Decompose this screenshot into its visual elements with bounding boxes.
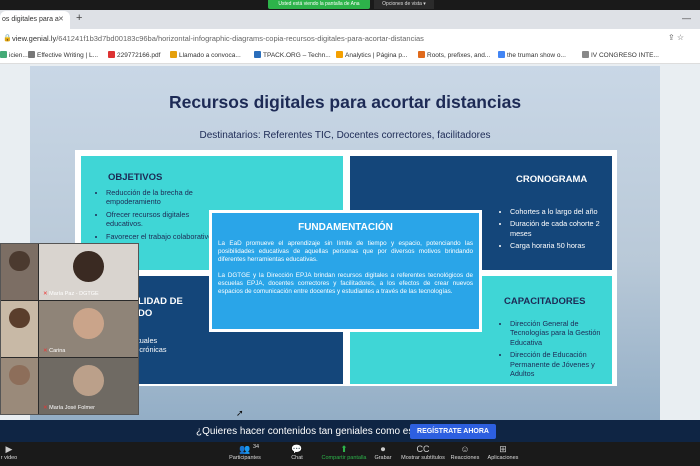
list-item: Cohortes a lo largo del año xyxy=(510,207,610,216)
bookmark-favicon-icon xyxy=(582,51,589,58)
bookmark-favicon-icon xyxy=(170,51,177,58)
toolbar-icon: ▶ xyxy=(5,444,13,454)
cronograma-list: Cohortes a lo largo del año Duración de … xyxy=(500,207,610,254)
participant-name: ✕ Carina xyxy=(43,348,65,354)
list-item: Duración de cada cohorte 2 meses xyxy=(510,219,610,238)
cronograma-title: CRONOGRAMA xyxy=(516,174,588,185)
banner-text: ¿Quieres hacer contenidos tan geniales c… xyxy=(196,426,428,437)
bookmark-label: TPACK.ORG – Techn... xyxy=(263,52,331,59)
toolbar-label: Aplicaciones xyxy=(487,455,519,461)
participant-name-text: María José Folmer xyxy=(49,405,95,411)
bookmark-favicon-icon xyxy=(336,51,343,58)
register-button[interactable]: REGÍSTRATE AHORA xyxy=(410,424,496,439)
toolbar-label: Grabar xyxy=(374,455,392,461)
bookmark-item[interactable]: Llamado a convoca... xyxy=(170,51,241,59)
bookmark-item[interactable]: IV CONGRESO INTE... xyxy=(582,51,659,59)
bookmark-item[interactable]: TPACK.ORG – Techn... xyxy=(254,51,331,59)
toolbar-label: Participantes xyxy=(229,455,261,461)
share-icon[interactable]: ⇪ ☆ xyxy=(668,33,684,42)
participant-video-tile[interactable]: ✕ María José Folmer xyxy=(39,358,138,414)
bookmark-label: Roots, prefixes, and... xyxy=(427,52,491,59)
url-text[interactable]: view.genial.ly/641241f1b3d7bd00183c96ba/… xyxy=(12,34,424,43)
bookmark-item[interactable]: icien... xyxy=(0,51,28,59)
minimize-icon[interactable]: — xyxy=(682,13,691,23)
participant-avatar xyxy=(9,250,30,272)
slide-title: Recursos digitales para acortar distanci… xyxy=(168,92,522,112)
toolbar-icon: 💬 xyxy=(291,444,303,454)
toolbar-label: Chat xyxy=(291,455,303,461)
bookmark-label: 229772166.pdf xyxy=(117,52,161,59)
participant-video-tile[interactable] xyxy=(1,358,38,414)
list-item: Carga horaria 50 horas xyxy=(510,241,610,250)
bookmark-item[interactable]: Analytics | Página p... xyxy=(336,51,407,59)
participant-name: ✕ María Paz - DGTGE xyxy=(43,291,99,297)
objetivos-list: Reducción de la brecha de empoderamiento… xyxy=(96,188,216,244)
new-tab-icon[interactable]: + xyxy=(76,12,82,24)
toolbar-button[interactable]: ⊞ Aplicaciones xyxy=(478,444,528,461)
close-icon[interactable]: ✕ xyxy=(58,15,64,23)
bookmark-label: Effective Writing | L... xyxy=(37,52,99,59)
bookmark-favicon-icon xyxy=(498,51,505,58)
toolbar-icon: ⊞ xyxy=(499,444,507,454)
fundamentacion-paragraph: La EaD promueve el aprendizaje sin límit… xyxy=(218,240,473,264)
list-item: Dirección General de Tecnologías para la… xyxy=(510,319,610,347)
bookmark-label: icien... xyxy=(9,52,28,59)
bookmark-item[interactable]: Roots, prefixes, and... xyxy=(418,51,490,59)
participant-name-text: María Paz - DGTGE xyxy=(49,291,99,297)
participant-video-tile[interactable] xyxy=(1,301,38,357)
participant-avatar xyxy=(73,364,104,396)
toolbar-button[interactable]: 👥 Participantes 34 xyxy=(220,444,270,461)
list-item: Ofrecer recursos digitales educativos. xyxy=(106,210,216,229)
bookmark-favicon-icon xyxy=(0,51,7,58)
bookmark-label: the truman show o... xyxy=(507,52,566,59)
participant-count: 34 xyxy=(253,444,260,450)
mouse-cursor-icon: ➚ xyxy=(236,408,244,418)
modalidad-title: LIDAD DE DO xyxy=(138,296,183,319)
bookmark-favicon-icon xyxy=(28,51,35,58)
toolbar-button[interactable]: ▶ r video xyxy=(0,444,34,461)
bookmark-favicon-icon xyxy=(254,51,261,58)
participant-name-text: Carina xyxy=(49,348,66,354)
fundamentacion-title: FUNDAMENTACIÓN xyxy=(298,222,393,233)
toolbar-label: Mostrar subtítulos xyxy=(401,455,445,461)
bookmark-favicon-icon xyxy=(108,51,115,58)
bookmark-favicon-icon xyxy=(418,51,425,58)
participant-video-tile[interactable] xyxy=(1,244,38,300)
view-options-button[interactable]: Opciones de vista ▾ xyxy=(374,0,434,9)
participant-avatar xyxy=(73,307,104,339)
capacitadores-list: Dirección General de Tecnologías para la… xyxy=(500,319,610,381)
bookmark-label: IV CONGRESO INTE... xyxy=(591,52,659,59)
participant-video-tile[interactable]: ✕ María Paz - DGTGE xyxy=(39,244,138,300)
participant-avatar xyxy=(9,364,30,386)
lock-icon[interactable]: 🔒 xyxy=(3,34,12,42)
bookmark-label: Llamado a convoca... xyxy=(179,52,241,59)
toolbar-icon: 👥 xyxy=(239,444,251,454)
capacitadores-title: CAPACITADORES xyxy=(504,296,586,307)
bookmark-label: Analytics | Página p... xyxy=(345,52,408,59)
tab-strip xyxy=(0,10,700,29)
list-item: Favorecer el trabajo colaborativo. xyxy=(106,232,216,241)
participant-video-tile[interactable]: ✕ Carina xyxy=(39,301,138,357)
toolbar-label: r video xyxy=(0,455,18,461)
list-item: Dirección de Educación Permanente de Jóv… xyxy=(510,350,610,378)
list-item: Reducción de la brecha de empoderamiento xyxy=(106,188,216,207)
bookmark-item[interactable]: Effective Writing | L... xyxy=(28,51,98,59)
fundamentacion-paragraph: La DGTGE y la Dirección EPJA brindan rec… xyxy=(218,272,473,296)
objetivos-title: OBJETIVOS xyxy=(108,172,163,183)
bookmark-item[interactable]: the truman show o... xyxy=(498,51,566,59)
toolbar-button[interactable]: 💬 Chat xyxy=(272,444,322,461)
bookmark-item[interactable]: 229772166.pdf xyxy=(108,51,160,59)
slide-subtitle: Destinatarios: Referentes TIC, Docentes … xyxy=(199,130,491,141)
screen-share-notice: Usted está viendo la pantalla de Ana xyxy=(268,0,370,9)
participant-avatar xyxy=(73,250,104,282)
participant-name: ✕ María José Folmer xyxy=(43,405,95,411)
toolbar-label: Reacciones xyxy=(450,455,480,461)
participant-avatar xyxy=(9,307,30,329)
